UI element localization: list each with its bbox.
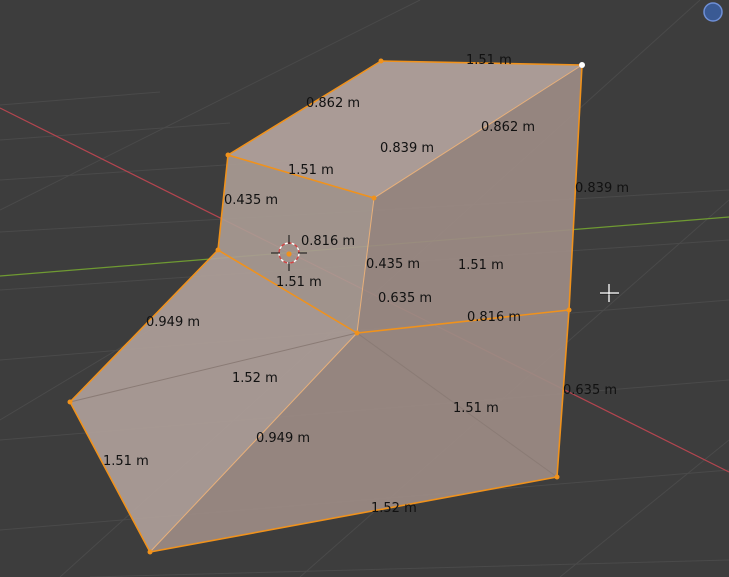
measure-right-face-width: 1.51 m <box>458 258 504 273</box>
measure-right-vertical-upper: 0.839 m <box>575 181 629 196</box>
measure-right-vertical-lower: 0.635 m <box>563 383 617 398</box>
measure-top-right-edge: 0.862 m <box>481 120 535 135</box>
measure-slope-right: 0.949 m <box>256 431 310 446</box>
viewport-canvas[interactable]: 1.51 m 0.862 m 0.862 m 0.839 m 1.51 m 0.… <box>0 0 729 577</box>
vertex[interactable] <box>354 330 360 336</box>
measure-diagonal-center: 0.635 m <box>378 291 432 306</box>
measure-top-left-edge: 0.862 m <box>306 96 360 111</box>
measure-top-back-edge: 1.51 m <box>466 53 512 68</box>
measure-lower-depth: 0.816 m <box>467 310 521 325</box>
vertex[interactable] <box>378 58 384 64</box>
vertex[interactable] <box>215 247 221 253</box>
measure-lower-right-face-width: 1.51 m <box>453 401 499 416</box>
3d-viewport[interactable]: 1.51 m 0.862 m 0.862 m 0.839 m 1.51 m 0.… <box>0 0 729 577</box>
vertex[interactable] <box>371 195 377 201</box>
navigation-gizmo-icon[interactable] <box>703 2 723 22</box>
measure-top-front-edge: 1.51 m <box>288 163 334 178</box>
vertex[interactable] <box>554 474 560 480</box>
vertex[interactable] <box>67 399 73 405</box>
measure-bottom-edge: 1.52 m <box>371 501 417 516</box>
measure-top-face-depth: 0.839 m <box>380 141 434 156</box>
measure-step-depth: 0.816 m <box>301 234 355 249</box>
vertex[interactable] <box>225 152 231 158</box>
measure-front-left-edge: 1.51 m <box>103 454 149 469</box>
vertex[interactable] <box>566 307 572 313</box>
measure-step-riser-right: 0.435 m <box>366 257 420 272</box>
measure-slope-face-width: 1.52 m <box>232 371 278 386</box>
measure-slope-left: 0.949 m <box>146 315 200 330</box>
vertex[interactable] <box>147 549 153 555</box>
measure-step-riser-left: 0.435 m <box>224 193 278 208</box>
measure-step-front-edge: 1.51 m <box>276 275 322 290</box>
active-vertex[interactable] <box>579 62 585 68</box>
